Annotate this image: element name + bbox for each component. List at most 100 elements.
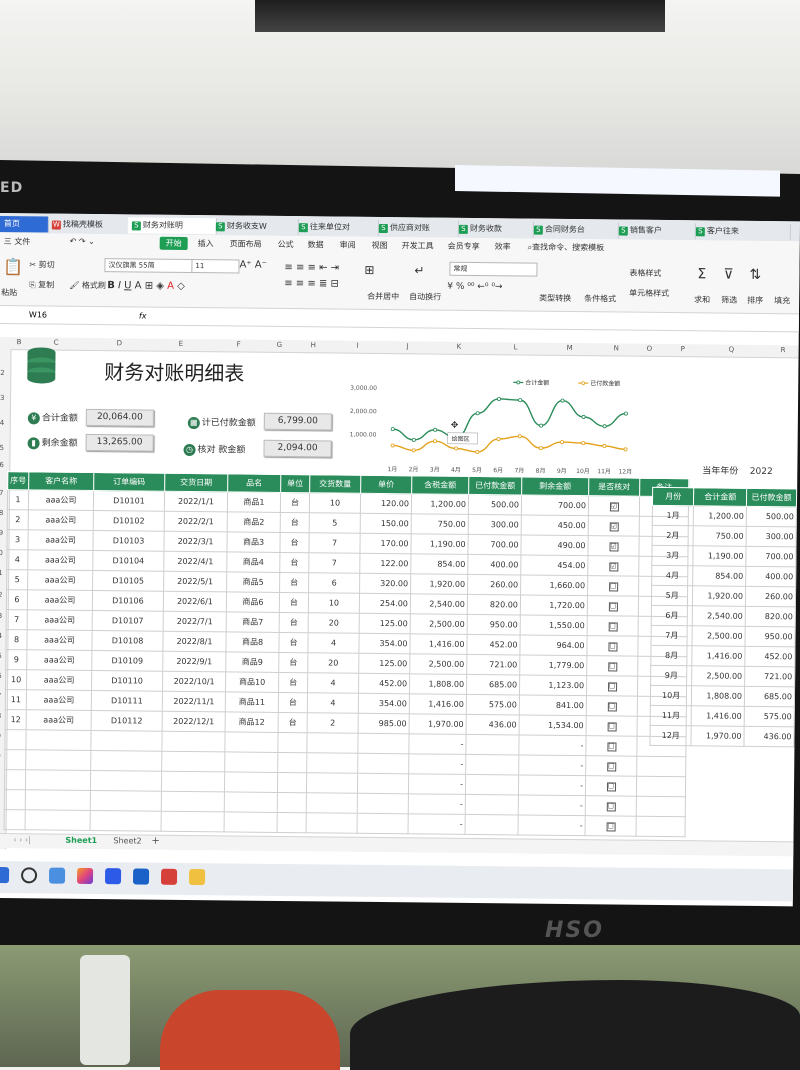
table-cell[interactable]: 1,534.00 xyxy=(519,715,586,736)
table-cell[interactable]: 1,808.00 xyxy=(409,674,466,695)
sort-button[interactable]: 排序 xyxy=(747,295,763,306)
table-cell[interactable]: 2022/10/1 xyxy=(163,671,226,692)
column-header-cell[interactable]: 月份 xyxy=(652,487,694,505)
menu-view[interactable]: 视图 xyxy=(372,240,388,251)
checkbox-checked[interactable]: ☑ xyxy=(609,522,618,531)
widgets-icon[interactable] xyxy=(49,868,65,884)
table-cell[interactable]: 300.00 xyxy=(468,514,521,535)
table-cell[interactable]: 950.00 xyxy=(467,614,520,635)
table-cell[interactable] xyxy=(636,796,685,817)
table-cell[interactable]: 6 xyxy=(6,590,27,610)
check-cell[interactable]: ☑ xyxy=(588,536,639,557)
windows-start-icon[interactable] xyxy=(0,867,9,883)
table-cell[interactable]: 商品12 xyxy=(225,712,278,733)
row-header[interactable]: 0 xyxy=(0,752,1,760)
table-cell[interactable]: 1,190.00 xyxy=(693,546,746,567)
table-cell[interactable]: D10107 xyxy=(92,610,163,631)
menu-efficiency[interactable]: 效率 xyxy=(495,241,511,252)
table-cell[interactable]: 1,200.00 xyxy=(411,494,468,515)
menu-data[interactable]: 数据 xyxy=(308,239,324,250)
type-convert-button[interactable]: 类型转换 xyxy=(539,293,571,304)
table-cell[interactable]: aaa公司 xyxy=(28,550,93,571)
data-point[interactable] xyxy=(476,412,479,415)
table-cell[interactable]: 1 xyxy=(7,490,28,510)
table-cell[interactable] xyxy=(357,773,408,794)
tab-sheet[interactable]: S财务收款 xyxy=(455,221,534,238)
menu-start[interactable]: 开始 xyxy=(160,237,188,250)
checkbox-unchecked[interactable]: ☐ xyxy=(608,642,617,651)
data-point[interactable] xyxy=(433,440,436,443)
table-cell[interactable] xyxy=(4,790,25,810)
table-cell[interactable] xyxy=(306,773,357,794)
table-cell[interactable]: aaa公司 xyxy=(28,490,93,511)
table-cell[interactable]: 400.00 xyxy=(468,554,521,575)
table-cell[interactable]: 2022/7/1 xyxy=(163,611,226,632)
table-cell[interactable]: 4 xyxy=(307,673,358,694)
data-point[interactable] xyxy=(412,438,415,441)
tab-home[interactable]: 首页 xyxy=(0,216,49,233)
table-cell[interactable]: 2022/4/1 xyxy=(164,551,227,572)
table-cell[interactable]: - xyxy=(518,795,585,816)
table-cell[interactable]: 商品4 xyxy=(227,552,280,573)
table-cell[interactable]: aaa公司 xyxy=(27,630,92,651)
table-cell[interactable] xyxy=(224,772,277,793)
merge-center-button[interactable]: 合并居中 xyxy=(367,291,399,302)
row-header[interactable]: 9 xyxy=(0,529,3,537)
table-cell[interactable]: 商品9 xyxy=(226,652,279,673)
table-cell[interactable]: D10108 xyxy=(92,630,163,651)
table-cell[interactable]: 254.00 xyxy=(359,593,410,614)
column-header-cell[interactable]: 已付款金额 xyxy=(469,476,522,495)
table-cell[interactable] xyxy=(307,733,358,754)
paste-icon[interactable]: 📋 xyxy=(3,257,23,276)
table-cell[interactable] xyxy=(277,792,306,812)
data-point[interactable] xyxy=(582,415,585,418)
check-cell[interactable]: ☐ xyxy=(586,756,637,777)
total-amount-value[interactable]: 20,064.00 xyxy=(86,409,154,427)
column-header[interactable]: B xyxy=(17,338,22,346)
check-cell[interactable]: ☐ xyxy=(588,576,639,597)
table-cell[interactable] xyxy=(465,794,518,815)
wrap-text-button[interactable]: 自动换行 xyxy=(409,291,441,302)
column-header-cell[interactable]: 含税金额 xyxy=(412,476,469,495)
menu-developer[interactable]: 开发工具 xyxy=(402,240,434,251)
table-cell[interactable]: 台 xyxy=(279,592,308,612)
table-cell[interactable]: 商品8 xyxy=(226,632,279,653)
table-cell[interactable]: 10月 xyxy=(650,685,692,705)
filter-icon[interactable]: ⊽ xyxy=(723,267,733,283)
table-cell[interactable]: - xyxy=(408,814,465,835)
table-cell[interactable]: 1,200.00 xyxy=(694,506,747,527)
data-point[interactable] xyxy=(603,444,606,447)
tab-sheet[interactable]: S销售客户 xyxy=(615,222,696,239)
row-header[interactable]: 5 xyxy=(0,444,4,452)
checkbox-checked[interactable]: ☑ xyxy=(609,562,618,571)
cell-reference-box[interactable]: W16 xyxy=(29,310,47,319)
data-point[interactable] xyxy=(561,399,564,402)
table-cell[interactable]: 1月 xyxy=(652,505,694,525)
table-cell[interactable]: D10111 xyxy=(91,690,162,711)
check-cell[interactable]: ☐ xyxy=(585,816,636,837)
column-header-cell[interactable]: 单价 xyxy=(361,475,412,494)
table-cell[interactable]: 260.00 xyxy=(468,574,521,595)
table-cell[interactable]: 820.00 xyxy=(745,606,795,627)
table-cell[interactable] xyxy=(466,734,519,755)
table-cell[interactable]: D10109 xyxy=(92,650,163,671)
table-cell[interactable]: 841.00 xyxy=(519,695,586,716)
table-cell[interactable]: 8 xyxy=(6,630,27,650)
table-cell[interactable]: 2,500.00 xyxy=(410,614,467,635)
table-cell[interactable]: 7 xyxy=(309,553,360,574)
table-cell[interactable]: 5 xyxy=(309,513,360,534)
font-size-grow-shrink-icons[interactable]: A⁺ A⁻ xyxy=(239,260,267,271)
table-cell[interactable]: 10 xyxy=(309,493,360,514)
table-cell[interactable]: 985.00 xyxy=(358,713,409,734)
checkbox-unchecked[interactable]: ☐ xyxy=(608,682,617,691)
table-cell[interactable]: 2022/8/1 xyxy=(163,631,226,652)
browser-icon[interactable] xyxy=(77,868,93,884)
column-header-cell[interactable]: 序号 xyxy=(8,472,29,490)
table-cell[interactable]: 1,970.00 xyxy=(409,714,466,735)
data-point[interactable] xyxy=(539,424,542,427)
font-name-select[interactable]: 汉仪旗黑 55简 xyxy=(104,258,192,273)
table-cell[interactable]: 854.00 xyxy=(411,554,468,575)
check-cell[interactable]: ☐ xyxy=(587,656,638,677)
row-header[interactable]: 3 xyxy=(0,612,2,620)
check-cell[interactable]: ☐ xyxy=(585,776,636,797)
